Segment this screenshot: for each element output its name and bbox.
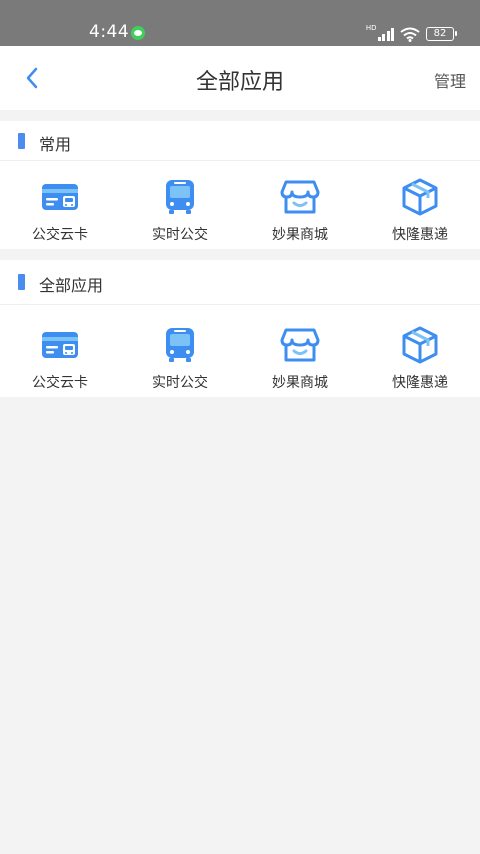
app-label: 公交云卡	[32, 375, 88, 391]
section-marker	[18, 274, 25, 290]
hd-label: HD	[365, 23, 377, 32]
app-grid: 公交云卡 实时公交 妙果商城 快隆惠递	[0, 325, 480, 392]
app-label: 公交云卡	[32, 227, 88, 243]
bus-card-icon	[42, 332, 78, 358]
app-label: 快隆惠递	[392, 375, 448, 391]
wifi-icon	[400, 27, 420, 42]
nav-bar: 全部应用 管理	[0, 46, 480, 110]
app-grid: 公交云卡 实时公交 妙果商城 快隆惠递	[0, 177, 480, 244]
bus-card-icon	[42, 184, 78, 210]
page-title: 全部应用	[195, 70, 284, 95]
app-label: 妙果商城	[272, 375, 328, 391]
app-express[interactable]: 快隆惠递	[360, 325, 480, 392]
section-header: 常用	[0, 121, 480, 161]
section-title: 常用	[39, 135, 72, 154]
status-indicators: HD 82	[365, 23, 457, 43]
app-realtime-bus[interactable]: 实时公交	[120, 325, 240, 392]
app-shop[interactable]: 妙果商城	[240, 177, 360, 244]
app-shop[interactable]: 妙果商城	[240, 325, 360, 392]
section-common: 常用 公交云卡 实时公交 妙果商城 快隆惠递	[0, 121, 480, 249]
status-time: 4:44	[89, 22, 130, 42]
package-icon	[402, 326, 438, 364]
package-icon	[402, 178, 438, 216]
app-label: 妙果商城	[272, 227, 328, 243]
section-marker	[18, 133, 25, 149]
manage-button[interactable]: 管理	[434, 68, 466, 92]
shop-icon	[280, 180, 320, 214]
app-label: 实时公交	[152, 375, 208, 391]
app-realtime-bus[interactable]: 实时公交	[120, 177, 240, 244]
bus-icon	[166, 180, 194, 214]
battery-icon: 82	[426, 27, 457, 41]
section-all-apps: 全部应用 公交云卡 实时公交 妙果商城 快隆惠递	[0, 260, 480, 397]
wechat-notification-icon	[131, 26, 145, 40]
shop-icon	[280, 328, 320, 362]
app-label: 实时公交	[152, 227, 208, 243]
section-title: 全部应用	[39, 276, 104, 295]
status-bar: 4:44 HD 82	[0, 0, 480, 46]
app-express[interactable]: 快隆惠递	[360, 177, 480, 244]
app-label: 快隆惠递	[392, 227, 448, 243]
app-bus-card[interactable]: 公交云卡	[0, 325, 120, 392]
signal-icon	[377, 27, 394, 41]
section-header: 全部应用	[0, 260, 480, 305]
bus-icon	[166, 328, 194, 362]
app-bus-card[interactable]: 公交云卡	[0, 177, 120, 244]
